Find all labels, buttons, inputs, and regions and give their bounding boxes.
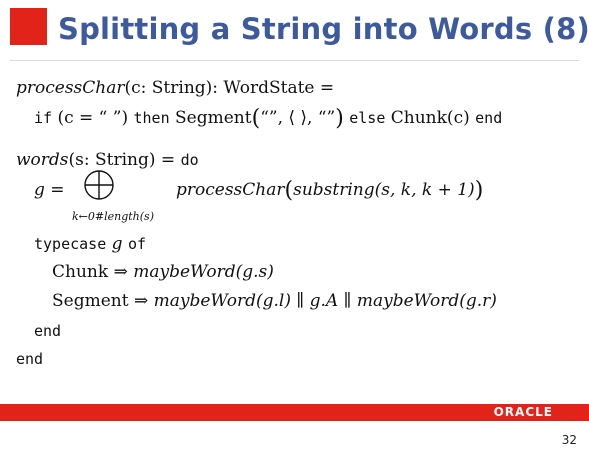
slide-title: Splitting a String into Words (8): [58, 12, 589, 46]
page-number: 32: [561, 433, 577, 447]
keyword-of: of: [127, 235, 147, 253]
process-char-signature: (c: String): WordState =: [124, 78, 335, 98]
keyword-end-inline: end: [475, 109, 503, 127]
oplus-big-operator-icon: [84, 170, 114, 200]
substring-call: substring(s, k, k + 1): [293, 180, 475, 200]
chunk-case: Chunk: [52, 262, 109, 282]
segment-ctor: Segment: [175, 108, 252, 128]
keyword-then: then: [133, 109, 170, 127]
arrow-1: ⇒: [113, 262, 128, 282]
process-char-call: processChar: [176, 180, 285, 200]
oracle-logo: ORACLE: [493, 405, 553, 419]
code-line-7: Segment ⇒ maybeWord(g.l) ∥ g.A ∥ maybeWo…: [52, 291, 497, 311]
words-fn-name: words: [16, 150, 69, 170]
code-line-6: Chunk ⇒ maybeWord(g.s): [52, 262, 274, 282]
if-condition: (c = “ ”): [57, 108, 129, 128]
title-accent-square: [10, 8, 47, 45]
open-paren-2: (: [284, 178, 294, 203]
g-assignment: g =: [34, 180, 65, 200]
segment-case-expr: maybeWord(g.l) ∥ g.A ∥ maybeWord(g.r): [153, 291, 497, 311]
keyword-end-typecase: end: [34, 322, 62, 340]
close-paren-2: ): [474, 178, 484, 203]
code-line-9: end: [16, 349, 43, 369]
code-line-4-lhs: g =: [34, 180, 65, 200]
code-line-3: words(s: String) = do: [16, 150, 199, 170]
process-char-name: processChar: [16, 78, 125, 98]
arrow-2: ⇒: [133, 291, 149, 311]
keyword-end-do: end: [16, 350, 44, 368]
keyword-if: if: [34, 109, 53, 127]
keyword-do: do: [180, 151, 199, 169]
slide: Splitting a String into Words (8) proces…: [0, 0, 589, 458]
chunk-case-expr: maybeWord(g.s): [133, 262, 274, 282]
words-signature: (s: String) =: [68, 150, 176, 170]
segment-case: Segment: [52, 291, 129, 311]
chunk-call: Chunk(c): [390, 108, 470, 128]
code-line-2: if (c = “ ”) then Segment(“”, ⟨ ⟩, “”) e…: [34, 106, 503, 131]
code-line-5: typecase g of: [34, 234, 146, 254]
code-line-4-rhs: processChar(substring(s, k, k + 1)): [176, 178, 484, 203]
typecase-var: g: [111, 234, 123, 254]
segment-args: “”, ⟨ ⟩, “”: [260, 108, 336, 128]
code-line-1: processChar(c: String): WordState =: [16, 78, 334, 98]
keyword-else: else: [349, 109, 386, 127]
title-divider: [10, 60, 579, 61]
keyword-typecase: typecase: [34, 235, 107, 253]
open-paren: (: [251, 106, 261, 131]
code-line-8: end: [34, 321, 61, 341]
range-subscript: k←0#length(s): [72, 210, 154, 223]
close-paren: ): [335, 106, 344, 131]
